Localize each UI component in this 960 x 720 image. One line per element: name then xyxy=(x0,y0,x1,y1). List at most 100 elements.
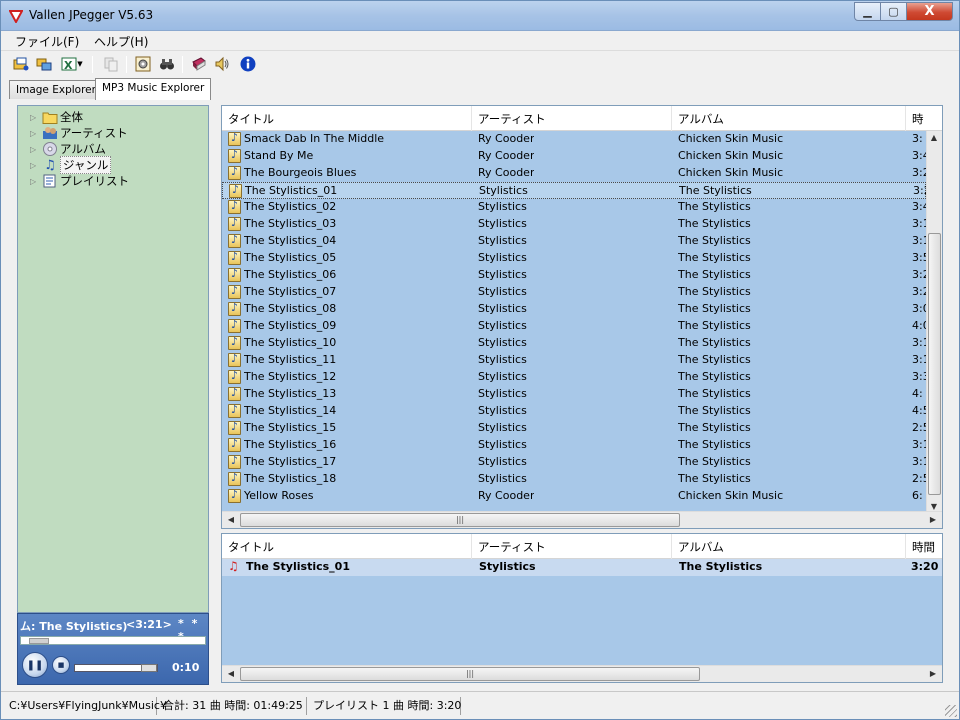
scroll-left-icon[interactable]: ◀ xyxy=(224,669,238,678)
track-duration: <3:21> xyxy=(126,618,172,631)
cell-title: The Stylistics_15 xyxy=(244,421,337,434)
cell-album: The Stylistics xyxy=(678,251,751,264)
folder-tree-button[interactable] xyxy=(35,55,53,73)
cell-title: The Stylistics_18 xyxy=(244,472,337,485)
playlist-column-artist[interactable]: アーティスト xyxy=(472,534,672,559)
settings-button[interactable] xyxy=(134,55,152,73)
title-bar[interactable]: Vallen JPegger V5.63 ▁ ▢ X xyxy=(1,1,959,31)
horizontal-scroll-thumb[interactable]: ||| xyxy=(240,513,680,527)
cell-artist: Stylistics xyxy=(478,472,527,485)
binoculars-icon xyxy=(160,59,174,70)
table-row[interactable]: The Bourgeois Blues Ry Cooder Chicken Skin… xyxy=(222,165,930,182)
table-row[interactable]: Yellow Roses Ry Cooder Chicken Skin Music 6… xyxy=(222,488,926,505)
playlist-horizontal-scrollbar[interactable]: ◀ ||| ▶ xyxy=(222,665,942,682)
table-row[interactable]: The Stylistics_15 Stylistics The Stylistic… xyxy=(222,420,930,437)
table-row[interactable]: The Stylistics_07 Stylistics The Stylistic… xyxy=(222,284,930,301)
minimize-button[interactable]: ▁ xyxy=(854,2,881,21)
menu-file[interactable]: ファイル(F) xyxy=(15,33,79,50)
tree-item-playlist[interactable]: ▷ プレイリスト xyxy=(30,173,129,189)
seek-handle[interactable] xyxy=(29,638,49,644)
scroll-up-icon[interactable]: ▲ xyxy=(927,133,941,142)
cell-album: The Stylistics xyxy=(679,184,752,197)
maximize-icon: ▢ xyxy=(888,5,899,18)
table-row[interactable]: The Stylistics_04 Stylistics The Stylistic… xyxy=(222,233,930,250)
table-row[interactable]: The Stylistics_02 Stylistics The Stylistic… xyxy=(222,199,930,216)
info-button[interactable] xyxy=(239,55,257,73)
expand-icon[interactable]: ▷ xyxy=(30,145,39,154)
volume-slider[interactable] xyxy=(74,664,158,672)
table-row[interactable]: The Stylistics_01 Stylistics The Stylistic… xyxy=(222,182,931,199)
expand-icon[interactable]: ▷ xyxy=(30,113,39,122)
table-row[interactable]: The Stylistics_08 Stylistics The Stylistic… xyxy=(222,301,930,318)
expand-icon[interactable]: ▷ xyxy=(30,129,39,138)
cell-artist: Stylistics xyxy=(478,353,527,366)
tree-item-all[interactable]: ▷ 全体 xyxy=(30,109,83,125)
resize-grip[interactable] xyxy=(945,705,957,717)
open-folder-icon xyxy=(13,57,29,71)
vertical-scroll-thumb[interactable] xyxy=(928,233,941,495)
table-row[interactable]: The Stylistics_05 Stylistics The Stylistic… xyxy=(222,250,930,267)
column-header-time[interactable]: 時 xyxy=(906,106,942,131)
playlist-column-time[interactable]: 時間 xyxy=(906,534,942,559)
maximize-button[interactable]: ▢ xyxy=(881,2,907,21)
scroll-right-icon[interactable]: ▶ xyxy=(926,669,940,678)
table-row[interactable]: The Stylistics_10 Stylistics The Stylistic… xyxy=(222,335,930,352)
sound-button[interactable] xyxy=(213,55,231,73)
expand-icon[interactable]: ▷ xyxy=(30,177,39,186)
tab-image-explorer[interactable]: Image Explorer xyxy=(9,80,103,99)
table-row[interactable]: The Stylistics_09 Stylistics The Stylistic… xyxy=(222,318,930,335)
seek-bar[interactable] xyxy=(20,636,206,645)
track-list[interactable]: タイトル アーティスト アルバム 時 Smack Dab In The Midd… xyxy=(221,105,943,529)
mp3-file-icon xyxy=(228,216,241,231)
music-note-red-icon: ♫ xyxy=(228,559,239,573)
close-button[interactable]: X xyxy=(907,2,953,21)
vertical-scrollbar[interactable]: ▲ ▼ xyxy=(926,131,942,513)
book-button[interactable] xyxy=(190,55,208,73)
playlist-row[interactable]: ♫ The Stylistics_01 Stylistics The Styli… xyxy=(222,559,942,576)
column-header-artist[interactable]: アーティスト xyxy=(472,106,672,131)
menu-help[interactable]: ヘルプ(H) xyxy=(94,33,148,50)
copy-button[interactable] xyxy=(102,55,120,73)
table-row[interactable]: The Stylistics_13 Stylistics The Stylistic… xyxy=(222,386,926,403)
mp3-file-icon xyxy=(228,318,241,333)
column-header-title[interactable]: タイトル xyxy=(222,106,472,131)
table-row[interactable]: The Stylistics_03 Stylistics The Stylistic… xyxy=(222,216,930,233)
table-row[interactable]: Smack Dab In The Middle Ry Cooder Chicken … xyxy=(222,131,926,148)
tree-item-genre[interactable]: ▷ ♫ ジャンル xyxy=(30,156,112,174)
stop-button[interactable]: ■ xyxy=(52,656,70,674)
table-row[interactable]: The Stylistics_17 Stylistics The Stylistic… xyxy=(222,454,930,471)
table-row[interactable]: Stand By MeRy CooderChicken Skin Music3:… xyxy=(222,148,930,165)
search-button[interactable] xyxy=(158,55,176,73)
pause-button[interactable]: ❚❚ xyxy=(22,652,48,678)
table-row[interactable]: The Stylistics_18 Stylistics The Stylistic… xyxy=(222,471,930,488)
category-tree[interactable]: ▷ 全体 ▷ アーティスト ▷ アルバム ▷ ♫ ジャンル ▷ プレイリスト xyxy=(17,105,209,613)
open-folder-button[interactable] xyxy=(12,55,30,73)
horizontal-scrollbar[interactable]: ◀ ||| ▶ xyxy=(222,511,942,528)
table-row[interactable]: The Stylistics_11 Stylistics The Stylistic… xyxy=(222,352,930,369)
table-row[interactable]: The Stylistics_12 Stylistics The Stylistic… xyxy=(222,369,930,386)
cell-title: The Stylistics_06 xyxy=(244,268,337,281)
playlist-column-title[interactable]: タイトル xyxy=(222,534,472,559)
excel-export-button[interactable]: X ▼ xyxy=(58,55,86,73)
playlist-column-album[interactable]: アルバム xyxy=(672,534,906,559)
playlist-panel[interactable]: タイトル アーティスト アルバム 時間 ♫ The Stylistics_01 … xyxy=(221,533,943,683)
table-row[interactable]: The Stylistics_06 Stylistics The Stylistic… xyxy=(222,267,930,284)
tree-item-artist[interactable]: ▷ アーティスト xyxy=(30,125,128,141)
cell-title: Yellow Roses xyxy=(244,489,314,502)
cell-title: The Bourgeois Blues xyxy=(244,166,357,179)
scroll-right-icon[interactable]: ▶ xyxy=(926,515,940,524)
folder-tree-icon xyxy=(36,58,52,71)
playlist-scroll-thumb[interactable]: ||| xyxy=(240,667,700,681)
table-row[interactable]: The Stylistics_14 Stylistics The Stylistic… xyxy=(222,403,930,420)
tree-item-album[interactable]: ▷ アルバム xyxy=(30,141,106,157)
scroll-left-icon[interactable]: ◀ xyxy=(224,515,238,524)
volume-handle[interactable] xyxy=(141,664,157,672)
expand-icon[interactable]: ▷ xyxy=(30,161,39,170)
table-row[interactable]: The Stylistics_16 Stylistics The Stylistic… xyxy=(222,437,930,454)
cell-album: The Stylistics xyxy=(678,387,751,400)
cell-title: The Stylistics_10 xyxy=(244,336,337,349)
mp3-file-icon xyxy=(228,369,241,384)
tab-mp3-music-explorer[interactable]: MP3 Music Explorer xyxy=(95,78,212,100)
scroll-down-icon[interactable]: ▼ xyxy=(927,502,941,511)
column-header-album[interactable]: アルバム xyxy=(672,106,906,131)
